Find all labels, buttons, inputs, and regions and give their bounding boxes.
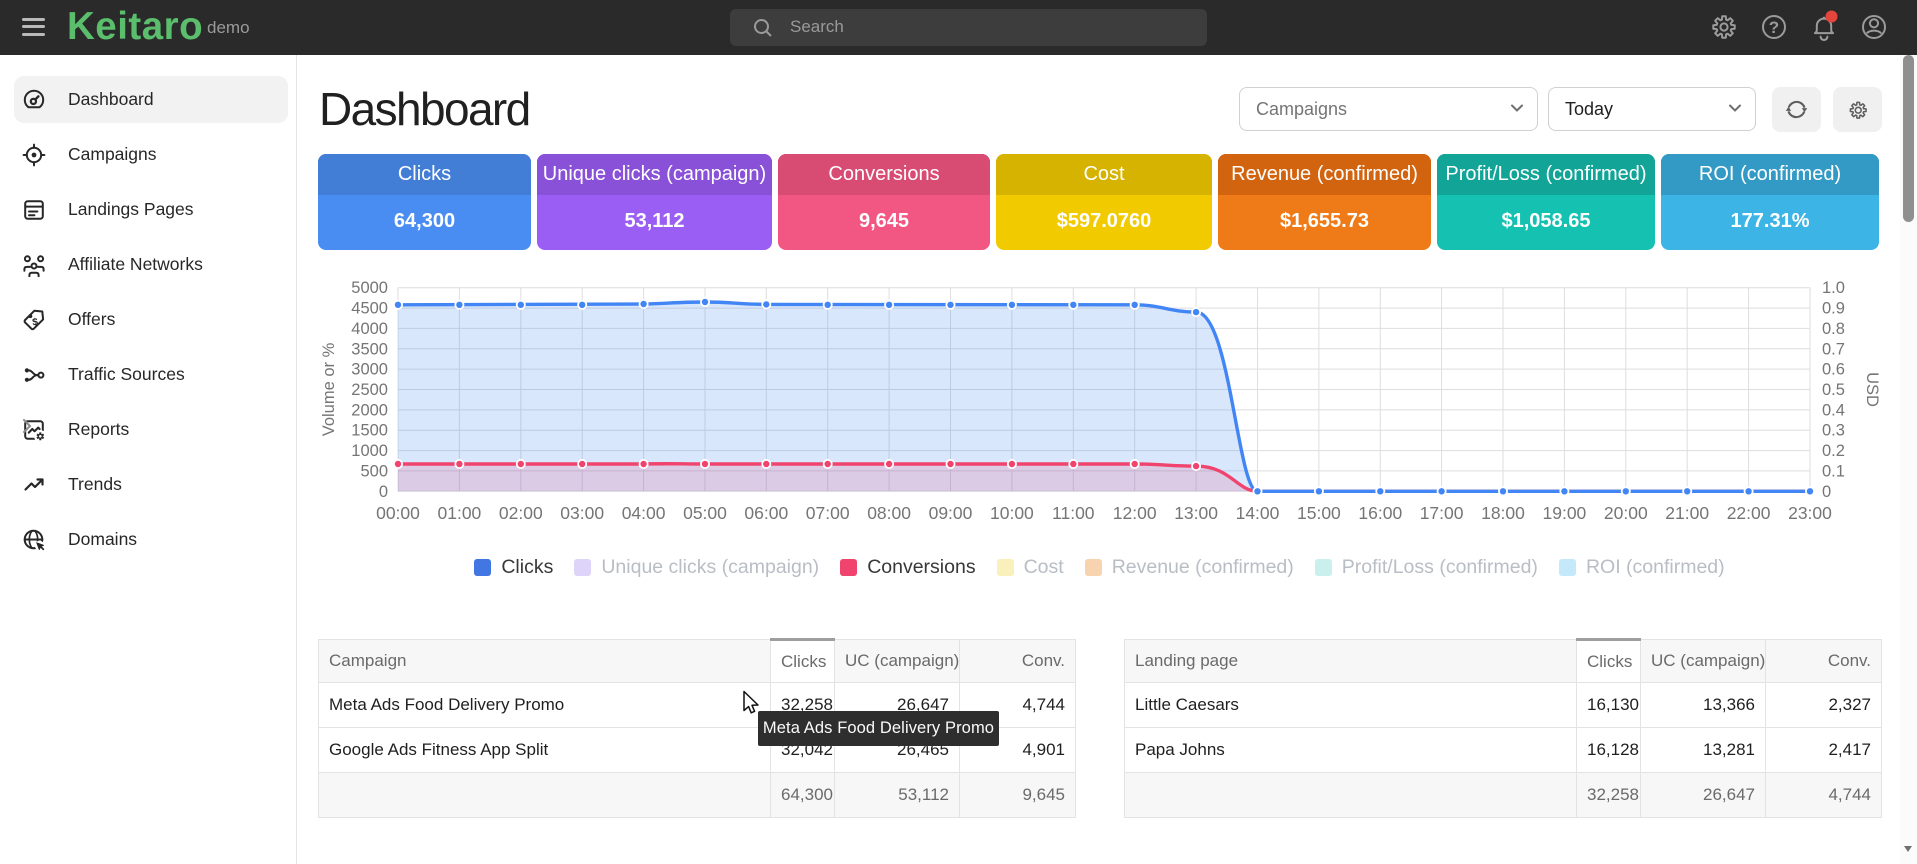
svg-text:22:00: 22:00 [1727, 503, 1771, 523]
svg-text:0.4: 0.4 [1822, 401, 1845, 419]
svg-text:3500: 3500 [351, 340, 388, 358]
svg-text:21:00: 21:00 [1665, 503, 1709, 523]
svg-text:09:00: 09:00 [929, 503, 973, 523]
svg-text:0.6: 0.6 [1822, 361, 1845, 379]
svg-text:0.7: 0.7 [1822, 340, 1845, 358]
svg-text:23:00: 23:00 [1788, 503, 1832, 523]
svg-text:1.0: 1.0 [1822, 279, 1845, 297]
svg-text:14:00: 14:00 [1236, 503, 1280, 523]
svg-text:0.3: 0.3 [1822, 422, 1845, 440]
svg-text:0.1: 0.1 [1822, 462, 1845, 480]
svg-text:04:00: 04:00 [622, 503, 666, 523]
svg-text:11:00: 11:00 [1052, 503, 1095, 523]
svg-text:17:00: 17:00 [1420, 503, 1464, 523]
svg-text:$: $ [32, 316, 39, 328]
svg-text:06:00: 06:00 [744, 503, 788, 523]
svg-text:0.5: 0.5 [1822, 381, 1845, 399]
svg-text:0: 0 [1822, 483, 1831, 501]
svg-text:16:00: 16:00 [1358, 503, 1402, 523]
svg-text:12:00: 12:00 [1113, 503, 1157, 523]
svg-text:Volume or %: Volume or % [320, 342, 338, 436]
svg-text:3000: 3000 [351, 361, 388, 379]
svg-text:03:00: 03:00 [560, 503, 604, 523]
svg-text:USD: USD [1863, 372, 1881, 407]
svg-text:08:00: 08:00 [867, 503, 911, 523]
svg-text:0: 0 [379, 483, 388, 501]
svg-text:5000: 5000 [351, 279, 388, 297]
svg-text:00:00: 00:00 [376, 503, 420, 523]
svg-text:2500: 2500 [351, 381, 388, 399]
svg-text:01:00: 01:00 [438, 503, 482, 523]
svg-text:0.2: 0.2 [1822, 442, 1845, 460]
svg-text:1000: 1000 [351, 442, 388, 460]
svg-text:?: ? [1769, 18, 1779, 37]
svg-text:13:00: 13:00 [1174, 503, 1218, 523]
svg-text:10:00: 10:00 [990, 503, 1034, 523]
svg-text:19:00: 19:00 [1543, 503, 1587, 523]
svg-text:07:00: 07:00 [806, 503, 850, 523]
svg-text:4500: 4500 [351, 300, 388, 318]
svg-text:4000: 4000 [351, 320, 388, 338]
svg-text:15:00: 15:00 [1297, 503, 1341, 523]
svg-text:05:00: 05:00 [683, 503, 727, 523]
svg-text:1500: 1500 [351, 422, 388, 440]
svg-text:0.9: 0.9 [1822, 300, 1845, 318]
svg-text:0.8: 0.8 [1822, 320, 1845, 338]
svg-text:2000: 2000 [351, 401, 388, 419]
svg-text:20:00: 20:00 [1604, 503, 1648, 523]
svg-text:500: 500 [360, 462, 388, 480]
svg-text:18:00: 18:00 [1481, 503, 1525, 523]
svg-text:02:00: 02:00 [499, 503, 543, 523]
